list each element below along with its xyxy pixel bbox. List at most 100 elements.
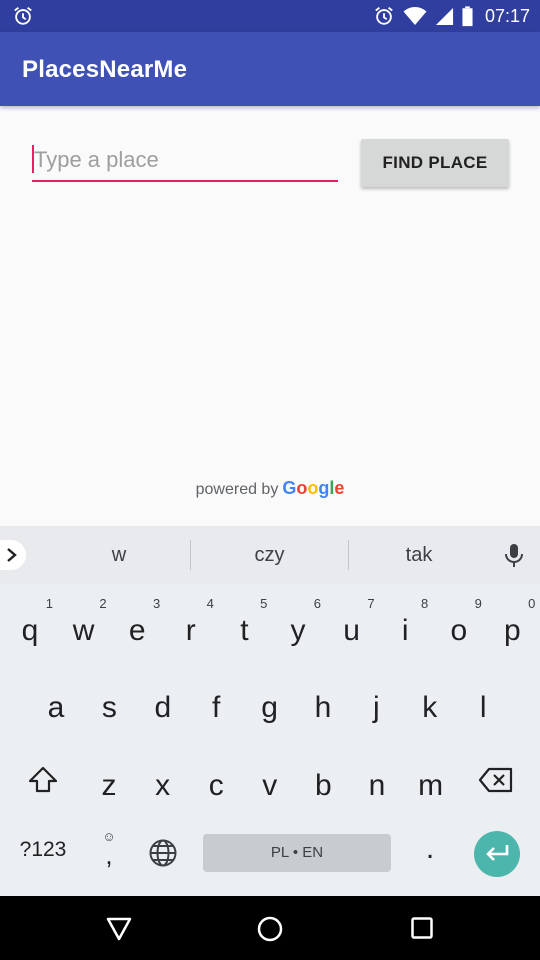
- battery-icon: [462, 5, 473, 26]
- place-input-container[interactable]: [32, 140, 338, 182]
- key-label: b: [315, 769, 332, 802]
- key-label: n: [368, 769, 386, 802]
- key-c[interactable]: c: [189, 751, 243, 821]
- key-i[interactable]: i8: [378, 596, 432, 666]
- key-label: r: [185, 614, 196, 647]
- key-label: m: [418, 769, 444, 802]
- key-o[interactable]: o9: [432, 596, 486, 666]
- key-label: w: [72, 614, 95, 647]
- app-bar: PlacesNearMe: [0, 32, 540, 106]
- google-logo-letter: o: [307, 478, 319, 498]
- space-key[interactable]: PL • EN: [203, 834, 391, 872]
- find-place-button[interactable]: FIND PLACE: [361, 139, 509, 187]
- google-logo: Google: [282, 478, 344, 498]
- key-l[interactable]: l: [456, 673, 510, 743]
- suggestion-3[interactable]: tak: [349, 526, 489, 584]
- google-logo-letter: o: [296, 478, 308, 498]
- key-label: f: [212, 691, 221, 724]
- key-x[interactable]: x: [136, 751, 190, 821]
- cell-signal-icon: [435, 7, 454, 25]
- key-v[interactable]: v: [243, 751, 297, 821]
- key-label: t: [240, 614, 249, 647]
- key-label: h: [314, 691, 332, 724]
- key-j[interactable]: j: [349, 673, 403, 743]
- key-r[interactable]: r4: [164, 596, 218, 666]
- backspace-key-icon[interactable]: [478, 767, 514, 793]
- status-bar: 07:17: [0, 0, 540, 32]
- enter-key[interactable]: [474, 831, 520, 877]
- wifi-icon: [403, 7, 427, 25]
- key-hint-number: 7: [367, 596, 375, 611]
- key-label: i: [401, 614, 409, 647]
- key-label: k: [422, 691, 438, 724]
- key-b[interactable]: b: [296, 751, 350, 821]
- key-label: x: [155, 769, 171, 802]
- suggestion-1[interactable]: w: [48, 526, 190, 584]
- key-hint-number: 9: [474, 596, 482, 611]
- symbols-key[interactable]: ?123: [12, 838, 74, 862]
- key-k[interactable]: k: [403, 673, 457, 743]
- soft-keyboard: w czy tak q1w2e3r4t5y6u7i8o9p0asdfghjklz…: [0, 526, 540, 896]
- key-label: d: [154, 691, 172, 724]
- key-label: p: [504, 614, 521, 647]
- key-s[interactable]: s: [82, 673, 136, 743]
- navigation-bar: [0, 896, 540, 960]
- mic-icon[interactable]: [503, 543, 525, 569]
- key-d[interactable]: d: [136, 673, 190, 743]
- enter-icon: [486, 845, 509, 861]
- key-hint-number: 4: [206, 596, 214, 611]
- key-n[interactable]: n: [350, 751, 404, 821]
- key-f[interactable]: f: [189, 673, 243, 743]
- key-h[interactable]: h: [296, 673, 350, 743]
- key-label: z: [101, 769, 117, 802]
- powered-by-google: powered by Google: [0, 478, 540, 499]
- chevron-right-icon: [7, 548, 17, 562]
- key-label: e: [128, 614, 146, 647]
- comma-label: ,: [105, 840, 113, 870]
- comma-key[interactable]: ☺ ,: [96, 830, 122, 870]
- globe-icon[interactable]: [148, 838, 178, 868]
- key-q[interactable]: q1: [3, 596, 57, 666]
- key-u[interactable]: u7: [325, 596, 379, 666]
- key-label: q: [21, 614, 39, 647]
- key-y[interactable]: y6: [271, 596, 325, 666]
- key-hint-number: 5: [260, 596, 268, 611]
- key-label: o: [450, 614, 468, 647]
- alarm-icon: [375, 7, 393, 25]
- expand-toolbar-button[interactable]: [0, 540, 26, 570]
- key-hint-number: 3: [152, 596, 161, 611]
- home-icon[interactable]: [257, 916, 283, 942]
- status-time: 07:17: [484, 5, 530, 26]
- key-m[interactable]: m: [404, 751, 458, 821]
- key-label: j: [373, 691, 380, 724]
- key-z[interactable]: z: [82, 751, 136, 821]
- key-label: u: [343, 614, 360, 647]
- key-label: g: [261, 691, 278, 724]
- key-w[interactable]: w2: [57, 596, 111, 666]
- key-hint-number: 0: [528, 596, 536, 611]
- key-label: y: [290, 614, 306, 647]
- key-label: l: [479, 691, 487, 724]
- shift-key-icon[interactable]: [27, 766, 59, 794]
- key-label: c: [208, 769, 224, 802]
- key-g[interactable]: g: [243, 673, 297, 743]
- key-label: a: [47, 691, 65, 724]
- alarm-icon: [14, 7, 32, 25]
- back-icon[interactable]: [106, 917, 132, 941]
- key-p[interactable]: p0: [485, 596, 539, 666]
- google-logo-letter: e: [334, 478, 345, 498]
- period-key[interactable]: .: [418, 832, 442, 866]
- key-hint-number: 8: [420, 596, 429, 611]
- key-label: v: [262, 769, 278, 802]
- place-search-input[interactable]: [34, 144, 334, 176]
- key-t[interactable]: t5: [217, 596, 271, 666]
- key-hint-number: 1: [45, 596, 53, 611]
- app-title: PlacesNearMe: [22, 56, 188, 83]
- suggestion-strip: w czy tak: [0, 526, 540, 584]
- recents-icon[interactable]: [411, 917, 433, 939]
- key-e[interactable]: e3: [110, 596, 164, 666]
- suggestion-2[interactable]: czy: [191, 526, 348, 584]
- google-logo-letter: G: [282, 478, 297, 498]
- key-a[interactable]: a: [29, 673, 83, 743]
- key-hint-number: 2: [99, 596, 107, 611]
